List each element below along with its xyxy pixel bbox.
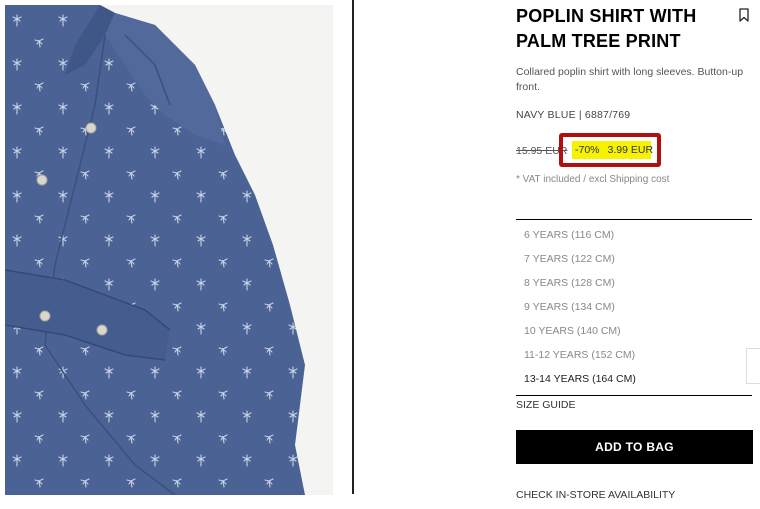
size-option[interactable]: 9 YEARS (134 CM) <box>516 295 752 319</box>
shirt-illustration <box>5 5 333 495</box>
vat-note: * VAT included / excl Shipping cost <box>516 174 670 185</box>
size-option[interactable]: 6 YEARS (116 CM) <box>516 223 752 247</box>
sale-price-badge: -70% 3.99 EUR <box>572 141 654 159</box>
size-option[interactable]: 11-12 YEARS (152 CM) <box>516 343 752 367</box>
sale-price: 3.99 EUR <box>607 144 654 156</box>
size-guide-link[interactable]: SIZE GUIDE <box>516 399 576 411</box>
vertical-divider <box>352 0 354 494</box>
sale-highlight-box: -70% 3.99 EUR <box>559 133 661 167</box>
size-option[interactable]: 7 YEARS (122 CM) <box>516 247 752 271</box>
bookmark-icon[interactable] <box>738 8 750 22</box>
discount-percent: -70% <box>575 144 600 156</box>
product-description: Collared poplin shirt with long sleeves.… <box>516 66 744 93</box>
check-store-availability-link[interactable]: CHECK IN-STORE AVAILABILITY <box>516 489 675 501</box>
side-panel-tab[interactable] <box>746 348 760 384</box>
size-option[interactable]: 10 YEARS (140 CM) <box>516 319 752 343</box>
size-option[interactable]: 13-14 YEARS (164 CM) <box>516 367 752 391</box>
size-list: 6 YEARS (116 CM) 7 YEARS (122 CM) 8 YEAR… <box>516 219 752 396</box>
color-reference: NAVY BLUE | 6887/769 <box>516 109 631 121</box>
add-to-bag-button[interactable]: ADD TO BAG <box>516 430 753 464</box>
size-option[interactable]: 8 YEARS (128 CM) <box>516 271 752 295</box>
product-title: POPLIN SHIRT WITH PALM TREE PRINT <box>516 6 697 51</box>
product-image[interactable] <box>5 5 333 495</box>
